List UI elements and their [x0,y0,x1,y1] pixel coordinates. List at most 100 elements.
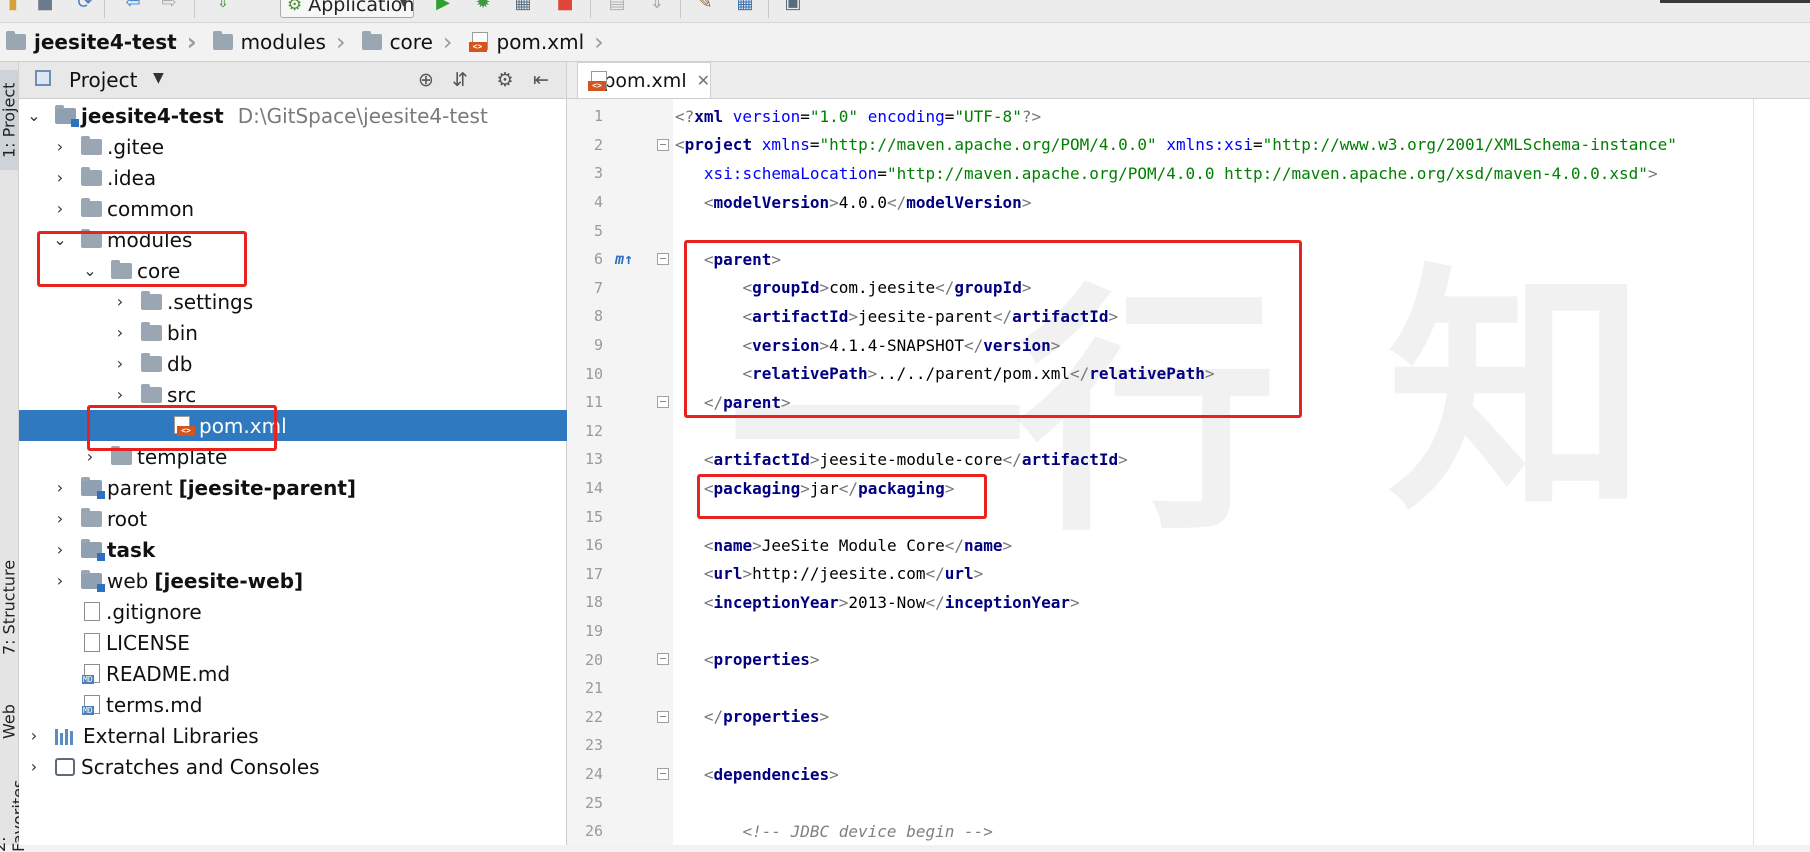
chevron-right-icon[interactable]: › [51,540,69,559]
chevron-down-icon[interactable]: ⌄ [81,261,99,280]
breadcrumb-item-pom[interactable]: <> pom.xml › [463,23,614,61]
chevron-right-icon[interactable]: › [111,385,129,404]
maven-parent-icon[interactable]: m↑ [615,250,633,268]
sync-icon[interactable]: ⟳ [74,0,96,14]
deploy-icon[interactable]: ⇓ [646,0,668,14]
chevron-right-icon[interactable]: › [111,323,129,342]
tree-item-root-folder[interactable]: › root [19,503,598,534]
code-line[interactable]: 6 m↑ <parent> [567,245,1810,274]
stop-icon[interactable]: ■ [554,0,576,14]
code-line[interactable]: 7 <groupId>com.jeesite</groupId> [567,274,1810,303]
collapse-all-icon[interactable]: ⇵ [448,68,472,92]
breadcrumb-item-modules[interactable]: modules › [207,23,356,61]
project-panel-title[interactable]: Project [69,68,137,92]
tree-item-db[interactable]: › db [19,348,658,379]
fold-toggle-icon[interactable] [657,653,669,666]
chevron-right-icon[interactable]: › [51,571,69,590]
tree-item-parent[interactable]: › parent [jeesite-parent] [19,472,598,503]
code-line[interactable]: 17 <url>http://jeesite.com</url> [567,560,1810,589]
chevron-right-icon[interactable]: › [111,292,129,311]
editor-tab-pom-xml[interactable]: <> pom.xml ✕ [577,62,711,98]
tree-item-settings[interactable]: › .settings [19,286,658,317]
tree-item-src[interactable]: › src [19,379,658,410]
chevron-right-icon[interactable]: › [51,199,69,218]
tree-item-task[interactable]: › task [19,534,598,565]
gear-icon[interactable]: ⚙ [493,68,517,92]
save-icon[interactable]: ■ [34,0,56,14]
tree-item-external-libraries[interactable]: › External Libraries [19,720,572,751]
tree-item-scratches[interactable]: › Scratches and Consoles [19,751,572,782]
fold-toggle-icon[interactable] [657,767,669,780]
run-icon[interactable]: ▶ [432,0,454,14]
tree-item-modules[interactable]: ⌄ modules [19,224,598,255]
close-icon[interactable]: ✕ [697,71,710,90]
locate-icon[interactable]: ⊕ [414,68,438,92]
chevron-right-icon[interactable]: › [25,726,43,745]
code-line[interactable]: 24 <dependencies> [567,760,1810,789]
debug-icon[interactable]: ✹ [472,0,494,14]
chevron-right-icon[interactable]: › [51,168,69,187]
code-line[interactable]: 14 <packaging>jar</packaging> [567,474,1810,503]
run-configuration-select[interactable]: ⚙ Application ▾ [280,0,414,18]
chevron-right-icon[interactable]: › [51,137,69,156]
fold-toggle-icon[interactable] [657,396,669,408]
code-line[interactable]: 5 [567,216,1810,245]
chevron-down-icon[interactable]: ⌄ [51,230,69,249]
build-icon[interactable]: ⇩ [212,0,234,14]
tree-item-bin[interactable]: › bin [19,317,658,348]
tool-tab-project[interactable]: 1: Project [0,70,19,170]
code-line[interactable]: 23 [567,731,1810,760]
tree-item-terms[interactable]: MD terms.md [19,689,628,720]
code-line[interactable]: 13 <artifactId>jeesite-module-core</arti… [567,445,1810,474]
breadcrumb-item-project[interactable]: jeesite4-test › [0,23,207,61]
fold-toggle-icon[interactable] [657,138,669,151]
code-line[interactable]: 26 <!-- JDBC device begin --> [567,817,1810,846]
update-icon[interactable]: ▤ [606,0,628,14]
code-line[interactable]: 20 <properties> [567,645,1810,674]
tool-tab-structure[interactable]: 7: Structure [0,552,19,662]
coverage-icon[interactable]: ▦ [512,0,534,14]
tree-item-common[interactable]: › common [19,193,598,224]
code-line[interactable]: 25 [567,788,1810,817]
code-line[interactable]: 1 <?xml version="1.0" encoding="UTF-8"?> [567,102,1810,131]
tree-item-core[interactable]: ⌄ core [19,255,628,286]
code-line[interactable]: 12 [567,417,1810,446]
hide-panel-icon[interactable]: ⇤ [529,68,553,92]
code-line[interactable]: 16 <name>JeeSite Module Core</name> [567,531,1810,560]
tree-item-license[interactable]: LICENSE [19,627,628,658]
tree-item-idea[interactable]: › .idea [19,162,598,193]
chevron-right-icon[interactable]: › [81,447,99,466]
settings-icon[interactable]: ✎ [694,0,716,14]
tool-tab-favorites[interactable]: 2: Favorites [0,762,28,852]
tree-item-root[interactable]: ⌄ jeesite4-test D:\GitSpace\jeesite4-tes… [19,100,572,131]
tool-tab-web[interactable]: Web [0,692,19,752]
code-line[interactable]: 9 <version>4.1.4-SNAPSHOT</version> [567,331,1810,360]
tree-item-gitee[interactable]: › .gitee [19,131,598,162]
code-line[interactable]: 22 </properties> [567,703,1810,732]
sdk-icon[interactable]: ▣ [782,0,804,14]
chevron-down-icon[interactable]: ⌄ [25,106,43,125]
code-line[interactable]: 10 <relativePath>../../parent/pom.xml</r… [567,359,1810,388]
code-line[interactable]: 15 [567,502,1810,531]
folder-icon[interactable]: ▮ [2,0,24,14]
back-icon[interactable]: ⇦ [122,0,144,14]
fold-toggle-icon[interactable] [657,253,669,265]
tree-item-readme[interactable]: MD README.md [19,658,628,689]
breadcrumb-item-core[interactable]: core › [356,23,463,61]
chevron-right-icon[interactable]: › [25,757,43,776]
code-line[interactable]: 18 <inceptionYear>2013-Now</inceptionYea… [567,588,1810,617]
chevron-down-icon[interactable]: ▼ [153,70,164,86]
chevron-right-icon[interactable]: › [111,354,129,373]
code-line[interactable]: 2 <project xmlns="http://maven.apache.org… [567,131,1810,160]
code-line[interactable]: 3 xsi:schemaLocation="http://maven.apach… [567,159,1810,188]
fold-toggle-icon[interactable] [657,710,669,723]
chevron-right-icon[interactable]: › [51,478,69,497]
chevron-right-icon[interactable]: › [51,509,69,528]
structure-icon[interactable]: ▦ [734,0,756,14]
code-line[interactable]: 21 [567,674,1810,703]
tree-item-gitignore[interactable]: .gitignore [19,596,628,627]
code-line[interactable]: 8 <artifactId>jeesite-parent</artifactId… [567,302,1810,331]
code-line[interactable]: 19 [567,617,1810,646]
tree-item-web[interactable]: › web [jeesite-web] [19,565,598,596]
code-line[interactable]: 11 </parent> [567,388,1810,417]
